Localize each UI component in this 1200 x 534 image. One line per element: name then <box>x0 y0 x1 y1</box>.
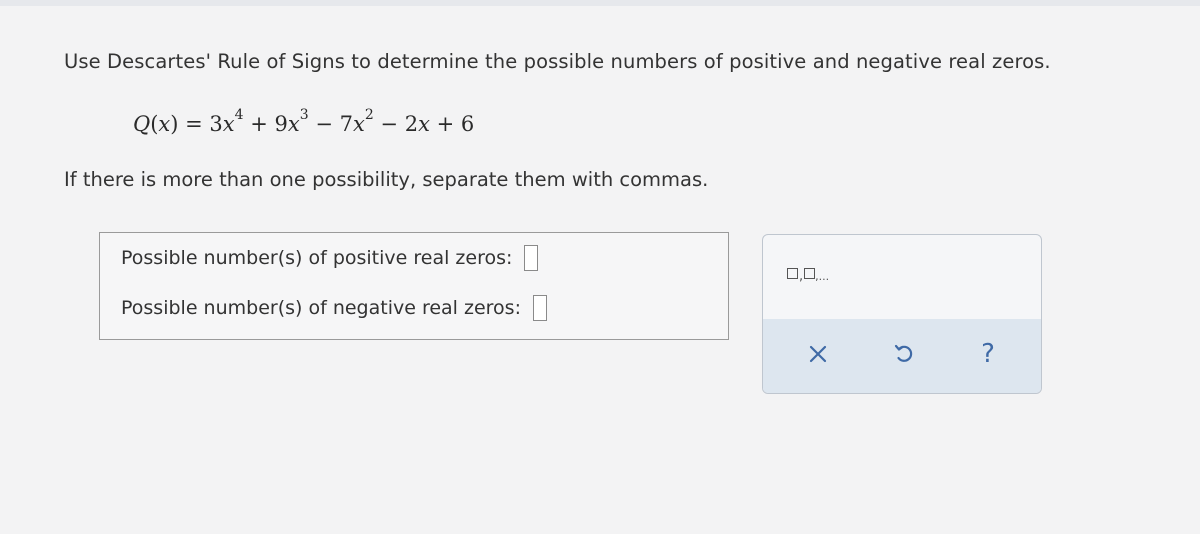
negative-zeros-label: Possible number(s) of negative real zero… <box>121 297 521 319</box>
term-3-exponent: 2 <box>364 107 374 123</box>
term-4-coefficient: 2 <box>404 112 419 136</box>
answer-box: Possible number(s) of positive real zero… <box>99 232 729 340</box>
function-name: Q <box>133 112 151 136</box>
term-2-variable: x <box>287 112 300 136</box>
operator-1: + <box>243 112 275 136</box>
equals-sign: = <box>178 112 210 136</box>
positive-zeros-input[interactable] <box>524 245 539 271</box>
term-1-coefficient: 3 <box>209 112 223 136</box>
term-4-variable: x <box>418 112 430 136</box>
term-3-coefficient: 7 <box>339 112 353 136</box>
term-2-exponent: 3 <box>299 107 309 123</box>
positive-zeros-row: Possible number(s) of positive real zero… <box>121 245 539 271</box>
negative-zeros-input[interactable] <box>532 295 547 321</box>
clear-button[interactable] <box>801 337 835 371</box>
close-icon <box>809 345 827 363</box>
operator-2: − <box>308 112 340 136</box>
template-area: ,,... <box>763 235 1041 319</box>
positive-zeros-label: Possible number(s) of positive real zero… <box>121 247 513 269</box>
term-1-variable: x <box>222 112 235 136</box>
polynomial-equation: Q(x) = 3x4 + 9x3 − 7x2 − 2x + 6 <box>133 107 475 136</box>
top-strip <box>0 0 1200 6</box>
operator-4: + <box>429 112 461 136</box>
term-1-exponent: 4 <box>234 107 244 123</box>
negative-zeros-row: Possible number(s) of negative real zero… <box>121 295 547 321</box>
function-variable: x <box>158 112 171 136</box>
template-box-1 <box>787 267 798 279</box>
term-2-coefficient: 9 <box>274 112 288 136</box>
question-instruction: Use Descartes' Rule of Signs to determin… <box>64 50 1051 73</box>
help-button[interactable]: ? <box>971 337 1005 371</box>
answer-tools-panel: ,,... ? <box>762 234 1042 394</box>
undo-button[interactable] <box>887 337 921 371</box>
constant-term: 6 <box>460 112 475 136</box>
tool-button-bar: ? <box>763 319 1041 393</box>
template-box-2 <box>804 267 816 279</box>
term-3-variable: x <box>352 112 365 136</box>
comma-instruction: If there is more than one possibility, s… <box>64 168 709 191</box>
undo-icon <box>894 344 913 362</box>
multiple-answer-template-icon[interactable]: ,,... <box>787 261 849 285</box>
operator-3: − <box>373 112 405 136</box>
help-icon: ? <box>981 339 995 369</box>
